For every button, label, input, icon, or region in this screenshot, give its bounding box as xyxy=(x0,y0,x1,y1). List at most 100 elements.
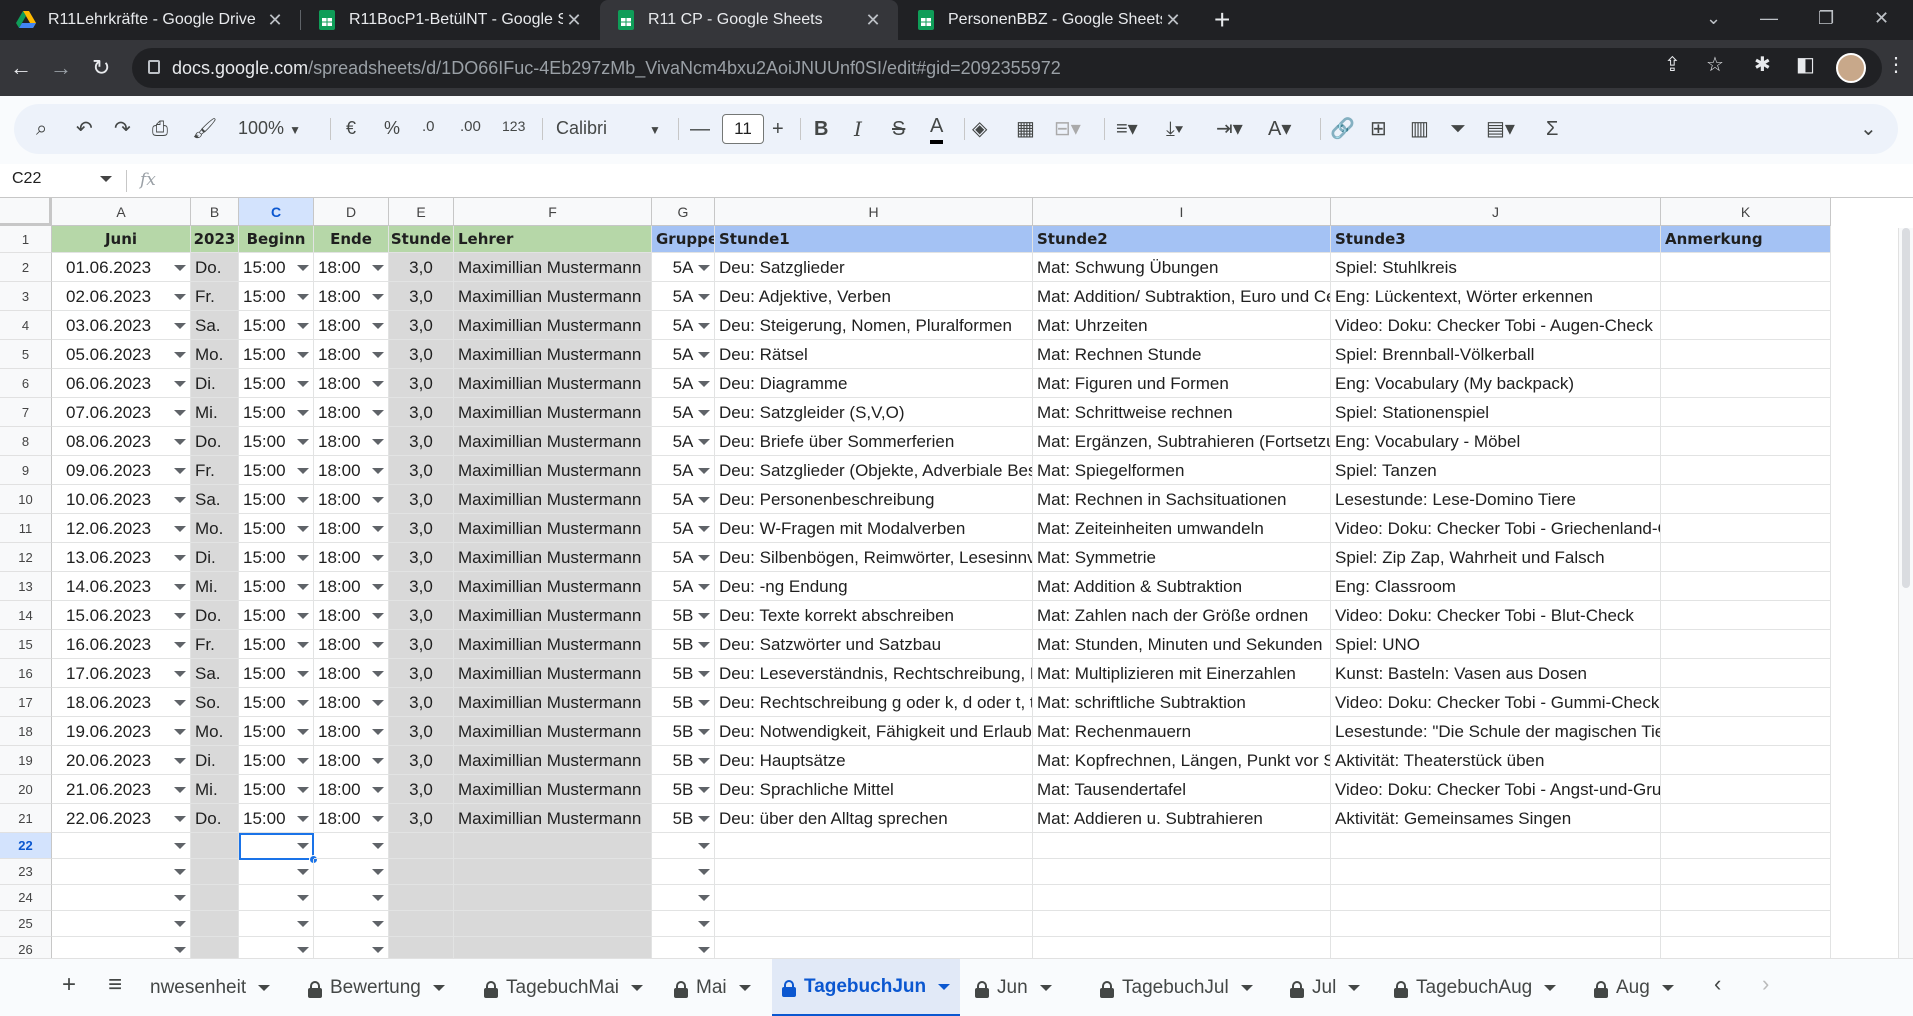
table-cell[interactable]: Spiel: Stationenspiel xyxy=(1331,398,1661,427)
empty-cell[interactable] xyxy=(652,833,715,859)
decrease-font-size-button[interactable]: — xyxy=(690,114,710,144)
table-cell[interactable]: 05.06.2023 xyxy=(52,340,191,369)
table-cell[interactable]: 3,0 xyxy=(389,717,454,746)
dropdown-chevron-icon[interactable] xyxy=(174,921,186,927)
table-cell[interactable]: Maximillian Mustermann xyxy=(454,369,652,398)
dropdown-chevron-icon[interactable] xyxy=(174,757,186,764)
dropdown-chevron-icon[interactable] xyxy=(372,496,384,503)
table-cell[interactable]: Mat: Rechnen Stunde xyxy=(1033,340,1331,369)
column-header-f[interactable]: F xyxy=(454,198,652,226)
empty-cell[interactable] xyxy=(715,911,1033,937)
dropdown-chevron-icon[interactable] xyxy=(698,380,710,387)
row-header[interactable]: 7 xyxy=(0,398,52,427)
sheet-tab-tagebuchjun[interactable]: TagebuchJun xyxy=(772,959,961,1016)
dropdown-chevron-icon[interactable] xyxy=(698,843,710,849)
empty-cell[interactable] xyxy=(1661,885,1831,911)
table-cell[interactable]: Mat: Rechnen in Sachsituationen xyxy=(1033,485,1331,514)
dropdown-chevron-icon[interactable] xyxy=(174,496,186,503)
table-cell[interactable]: 16.06.2023 xyxy=(52,630,191,659)
dropdown-chevron-icon[interactable] xyxy=(297,496,309,503)
maximize-icon[interactable]: ❐ xyxy=(1818,8,1834,29)
dropdown-chevron-icon[interactable] xyxy=(698,947,710,953)
table-cell[interactable]: 18:00 xyxy=(314,340,389,369)
header-cell[interactable]: Gruppe xyxy=(652,226,715,253)
table-cell[interactable]: Mo. xyxy=(191,717,239,746)
table-cell[interactable]: So. xyxy=(191,688,239,717)
font-family-select[interactable]: Calibri ▼ xyxy=(556,118,661,139)
dropdown-chevron-icon[interactable] xyxy=(297,380,309,387)
dropdown-chevron-icon[interactable] xyxy=(297,264,309,271)
dropdown-chevron-icon[interactable] xyxy=(297,293,309,300)
table-cell[interactable]: Mat: Multiplizieren mit Einerzahlen xyxy=(1033,659,1331,688)
spreadsheet-grid[interactable]: A B C D E F G H I J K 1 Juni 2023 Beginn Ende Stunde Lehr… xyxy=(0,198,1913,958)
dropdown-chevron-icon[interactable] xyxy=(698,525,710,532)
table-cell[interactable]: 15:00 xyxy=(239,311,314,340)
column-header-k[interactable]: K xyxy=(1661,198,1831,226)
table-cell[interactable]: Eng: Vocabulary - Möbel xyxy=(1331,427,1661,456)
chevron-down-icon[interactable] xyxy=(1039,985,1052,991)
table-cell[interactable] xyxy=(1661,630,1831,659)
name-box-dropdown-icon[interactable] xyxy=(100,176,112,182)
table-cell[interactable] xyxy=(1661,572,1831,601)
empty-cell[interactable] xyxy=(1033,937,1331,958)
dropdown-chevron-icon[interactable] xyxy=(174,670,186,677)
font-size-input[interactable]: 11 xyxy=(722,114,764,144)
dropdown-chevron-icon[interactable] xyxy=(174,786,186,793)
dropdown-chevron-icon[interactable] xyxy=(698,815,710,822)
collapse-toolbar-icon[interactable]: ⌄ xyxy=(1860,114,1877,144)
table-cell[interactable]: 3,0 xyxy=(389,369,454,398)
table-cell[interactable]: 18:00 xyxy=(314,282,389,311)
table-cell[interactable]: 08.06.2023 xyxy=(52,427,191,456)
chevron-down-icon[interactable] xyxy=(1661,985,1674,991)
table-cell[interactable]: Deu: Hauptsätze xyxy=(715,746,1033,775)
empty-cell[interactable] xyxy=(715,859,1033,885)
table-cell[interactable]: 5A xyxy=(652,427,715,456)
table-cell[interactable]: 18:00 xyxy=(314,717,389,746)
table-cell[interactable]: 18:00 xyxy=(314,514,389,543)
table-cell[interactable]: Maximillian Mustermann xyxy=(454,746,652,775)
row-header[interactable]: 21 xyxy=(0,804,52,833)
table-cell[interactable]: Maximillian Mustermann xyxy=(454,572,652,601)
table-cell[interactable] xyxy=(1661,514,1831,543)
table-cell[interactable] xyxy=(1661,340,1831,369)
table-cell[interactable]: 18:00 xyxy=(314,804,389,833)
row-header[interactable]: 26 xyxy=(0,937,52,958)
browser-tab-personen[interactable]: PersonenBBZ - Google Sheets ✕ xyxy=(900,0,1198,40)
empty-cell[interactable] xyxy=(1033,833,1331,859)
table-cell[interactable]: Maximillian Mustermann xyxy=(454,253,652,282)
bold-icon[interactable]: B xyxy=(814,114,828,144)
dropdown-chevron-icon[interactable] xyxy=(297,757,309,764)
empty-cell[interactable] xyxy=(454,885,652,911)
print-icon[interactable]: ⎙ xyxy=(152,114,168,144)
table-cell[interactable]: Di. xyxy=(191,543,239,572)
row-header[interactable]: 6 xyxy=(0,369,52,398)
table-cell[interactable]: 15:00 xyxy=(239,282,314,311)
table-cell[interactable]: Mat: schriftliche Subtraktion xyxy=(1033,688,1331,717)
table-cell[interactable]: Video: Doku: Checker Tobi - Augen-Check xyxy=(1331,311,1661,340)
dropdown-chevron-icon[interactable] xyxy=(698,728,710,735)
table-cell[interactable]: 5A xyxy=(652,369,715,398)
table-cell[interactable]: Kunst: Basteln: Vasen aus Dosen xyxy=(1331,659,1661,688)
table-cell[interactable]: 3,0 xyxy=(389,601,454,630)
table-cell[interactable]: 18:00 xyxy=(314,659,389,688)
decrease-decimal-button[interactable]: .0 xyxy=(422,118,435,135)
browser-tab-r11cp[interactable]: R11 CP - Google Sheets ✕ xyxy=(600,0,898,40)
active-cell-selection[interactable] xyxy=(239,833,314,860)
dropdown-chevron-icon[interactable] xyxy=(174,641,186,648)
dropdown-chevron-icon[interactable] xyxy=(372,322,384,329)
dropdown-chevron-icon[interactable] xyxy=(174,380,186,387)
row-header[interactable]: 3 xyxy=(0,282,52,311)
empty-cell[interactable] xyxy=(52,937,191,958)
table-cell[interactable]: Mat: Schwung Übungen xyxy=(1033,253,1331,282)
row-header[interactable]: 18 xyxy=(0,717,52,746)
table-cell[interactable]: 5A xyxy=(652,572,715,601)
empty-cell[interactable] xyxy=(454,911,652,937)
table-cell[interactable]: Eng: Lückentext, Wörter erkennen xyxy=(1331,282,1661,311)
table-cell[interactable]: Deu: Satzgleider (S,V,O) xyxy=(715,398,1033,427)
vertical-scrollbar[interactable] xyxy=(1898,228,1913,958)
table-cell[interactable] xyxy=(1661,717,1831,746)
table-cell[interactable]: Di. xyxy=(191,746,239,775)
table-cell[interactable]: 15:00 xyxy=(239,485,314,514)
column-header-i[interactable]: I xyxy=(1033,198,1331,226)
table-cell[interactable] xyxy=(1661,398,1831,427)
